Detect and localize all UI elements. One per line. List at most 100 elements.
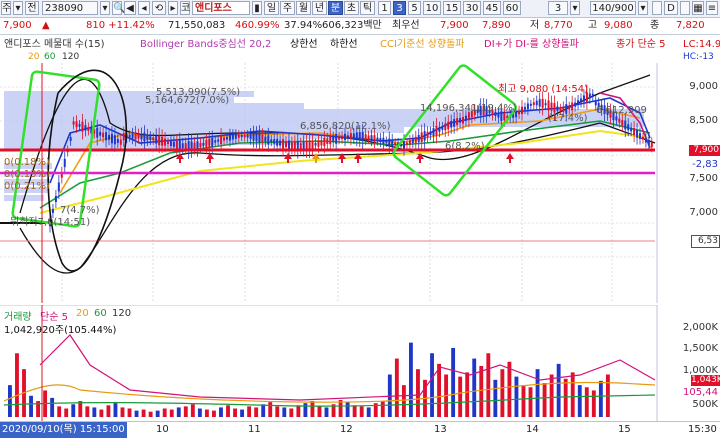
count-input[interactable]: 3	[548, 1, 568, 15]
candle	[72, 121, 75, 125]
price-change: 810 +11.42%	[86, 20, 155, 31]
period-2[interactable]: 월	[296, 1, 311, 15]
volume-bar	[204, 409, 209, 417]
candle	[243, 134, 246, 138]
volume-bar	[514, 376, 519, 417]
candle	[246, 134, 249, 138]
volume-bar	[563, 378, 568, 417]
candle	[75, 121, 78, 128]
volume-bar	[549, 374, 554, 417]
market-select[interactable]: 주	[1, 1, 11, 15]
candle	[459, 117, 462, 123]
info-icon[interactable]: ▮	[252, 1, 262, 15]
interval-2[interactable]: 5	[408, 1, 421, 15]
axis-label-11: 11	[248, 424, 261, 435]
candle	[167, 141, 169, 144]
interval-6[interactable]: 45	[483, 1, 501, 15]
d-flag[interactable]: D	[664, 1, 678, 15]
interval-7[interactable]: 60	[503, 1, 521, 15]
checkbox-2[interactable]	[680, 1, 690, 15]
volume-bar	[64, 408, 69, 417]
candle	[358, 132, 361, 141]
legend-lc: LC:14.9	[683, 39, 720, 50]
candle	[211, 137, 214, 147]
exchange-label: 코	[180, 1, 191, 15]
period-4[interactable]: 분	[328, 1, 343, 15]
candle	[87, 127, 90, 131]
candle	[553, 103, 556, 113]
candle	[137, 133, 140, 139]
next-stock-icon[interactable]: ⟲	[152, 1, 166, 15]
candle	[456, 118, 459, 126]
legend-di: DI+가 DI-를 상향돌파	[484, 39, 579, 50]
ask-price: 7,900	[440, 20, 469, 31]
candle	[285, 141, 287, 148]
candle	[205, 139, 208, 148]
time-axis: 2020/09/10(목) 15:15:00 10 11 12 13 14 15…	[0, 421, 720, 438]
legend-cci: CCI기준선 상향돌파	[380, 39, 465, 50]
candle	[447, 121, 450, 130]
candle	[226, 137, 228, 140]
range-input[interactable]: 140/900	[590, 1, 636, 15]
candle	[344, 133, 346, 141]
period-6[interactable]: 틱	[360, 1, 375, 15]
interval-1[interactable]: 3	[393, 1, 406, 15]
volume-bar	[155, 410, 160, 417]
vol-tick-2000k: 2,000K	[682, 322, 718, 333]
count-dropdown-icon[interactable]: ▾	[570, 1, 580, 15]
volume-bar	[190, 404, 195, 417]
volume-bar	[472, 358, 477, 417]
stock-name: 앤디포스	[192, 1, 250, 15]
volume-bar	[394, 358, 399, 417]
interval-3[interactable]: 10	[423, 1, 441, 15]
candle	[314, 142, 317, 146]
tile-icon[interactable]: ▦	[692, 1, 704, 15]
volume-ma20-label: 20	[76, 308, 89, 319]
candle	[414, 136, 417, 143]
axis-end-time: 15:30	[688, 424, 717, 435]
volume-bar	[71, 404, 76, 417]
candle	[113, 135, 116, 145]
lower-tag: 6,53	[691, 235, 720, 248]
candle	[568, 106, 571, 110]
axis-label-15: 15	[618, 424, 631, 435]
period-1[interactable]: 주	[280, 1, 295, 15]
lock-icon[interactable]: ▸	[168, 1, 178, 15]
y-tick-9000: 9,000	[689, 81, 718, 92]
volume-bar	[359, 406, 364, 417]
code-input[interactable]: 238090	[42, 1, 98, 15]
candle	[252, 132, 255, 141]
interval-4[interactable]: 15	[443, 1, 461, 15]
vp-annotation-7: 6(8.2%)	[445, 141, 485, 152]
bid-price: 7,890	[482, 20, 511, 31]
menu-icon[interactable]: ≡	[706, 1, 718, 15]
checkbox-1[interactable]	[652, 1, 662, 15]
candle	[332, 137, 335, 143]
candle	[282, 139, 285, 149]
candle	[373, 135, 376, 142]
volume-bar	[261, 404, 266, 417]
volume-bar	[366, 407, 371, 417]
period-0[interactable]: 일	[264, 1, 279, 15]
amount: 606,323백만	[322, 20, 382, 31]
interval-0[interactable]: 1	[378, 1, 391, 15]
volume-bar	[535, 369, 540, 417]
search-icon[interactable]: 🔍	[112, 1, 125, 15]
legend-title: 앤디포스 메물대 수(15)	[4, 39, 105, 50]
period-3[interactable]: 년	[312, 1, 327, 15]
prev-stock-icon[interactable]: ◀	[124, 1, 136, 15]
code-dropdown-icon[interactable]: ▾	[100, 1, 110, 15]
speaker-icon[interactable]: ◂	[138, 1, 150, 15]
volume: 71,550,083	[168, 20, 226, 31]
volume-panel[interactable]: 거래량 단순 5 20 60 120 1,042,920주(105.44%) 2…	[0, 304, 720, 421]
candle	[535, 100, 538, 106]
period-5[interactable]: 초	[344, 1, 359, 15]
range-dropdown-icon[interactable]: ▾	[638, 1, 648, 15]
market-dropdown-icon[interactable]: ▾	[13, 1, 23, 15]
candle	[249, 133, 252, 139]
price-chart[interactable]: 9,000 8,500 7,900 -2,83 7,500 7,000 6,53…	[0, 63, 720, 303]
volume-bar	[289, 408, 294, 417]
candle	[417, 134, 420, 143]
current-price: 7,900	[3, 20, 32, 31]
interval-5[interactable]: 30	[463, 1, 481, 15]
